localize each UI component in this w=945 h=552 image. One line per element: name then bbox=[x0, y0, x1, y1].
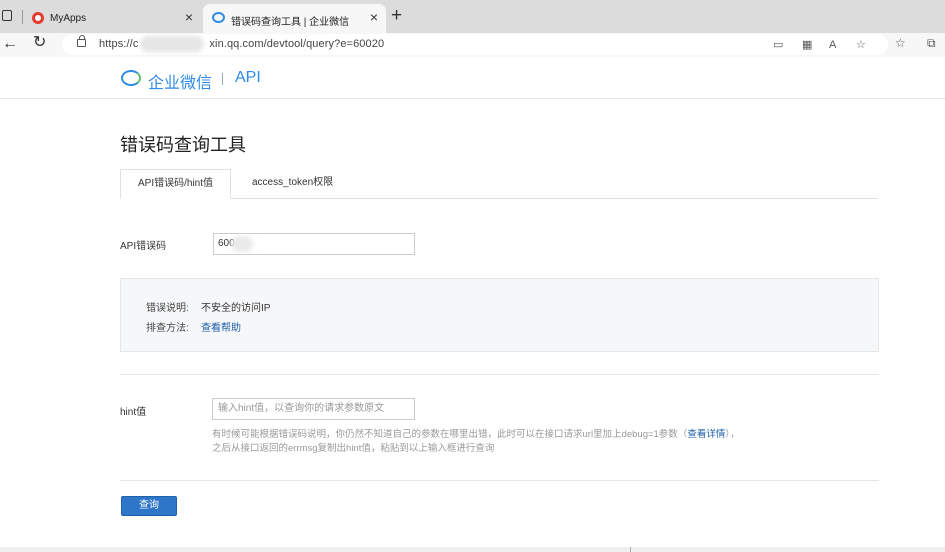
redacted-blur bbox=[231, 236, 253, 252]
tab-title: MyApps bbox=[50, 13, 87, 24]
close-icon[interactable]: × bbox=[370, 10, 378, 24]
section-divider bbox=[120, 480, 879, 481]
logo-divider bbox=[222, 73, 223, 85]
qr-code-icon[interactable]: ▦ bbox=[802, 39, 812, 51]
hint-desc-text: 有时候可能根据错误码说明，你仍然不知道自己的参数在哪里出错，此时可以在接口请求u… bbox=[212, 429, 688, 440]
read-aloud-icon[interactable]: A bbox=[829, 39, 836, 51]
view-help-link[interactable]: 查看帮助 bbox=[201, 319, 241, 334]
error-desc-label: 错误说明: bbox=[146, 303, 189, 314]
tab-access-token[interactable]: access_token权限 bbox=[252, 169, 333, 199]
browser-tab-errcode[interactable]: 错误码查询工具 | 企业微信 × bbox=[203, 4, 386, 33]
hint-desc-text: 之后从接口返回的errmsg复制出hint值，粘贴到以上输入框进行查询 bbox=[212, 443, 495, 454]
new-tab-button[interactable]: + bbox=[391, 6, 402, 25]
site-header: 企业微信 API bbox=[0, 57, 945, 99]
browser-tab-myapps[interactable]: MyApps × bbox=[24, 4, 201, 33]
tab-api-errcode[interactable]: API错误码/hint值 bbox=[120, 169, 231, 199]
tab-separator bbox=[22, 10, 23, 24]
myapps-favicon-icon bbox=[32, 12, 44, 24]
page-content: 企业微信 API 错误码查询工具 API错误码/hint值 access_tok… bbox=[0, 57, 945, 552]
hint-input[interactable]: 输入hint值，以查询你的请求参数原文 bbox=[212, 398, 415, 420]
favorites-icon[interactable]: ☆ bbox=[895, 37, 906, 49]
tab-title: 错误码查询工具 | 企业微信 bbox=[231, 17, 350, 28]
result-panel: 错误说明: 不安全的访问IP 排查方法: 查看帮助 bbox=[120, 278, 879, 352]
reload-icon[interactable]: ↻ bbox=[33, 34, 46, 52]
view-details-link[interactable]: 查看详情 bbox=[687, 429, 725, 440]
scrollbar-thumb-edge bbox=[630, 547, 631, 552]
close-icon[interactable]: × bbox=[185, 10, 193, 24]
redacted-blur bbox=[140, 36, 204, 52]
error-desc-value: 不安全的访问IP bbox=[201, 303, 271, 314]
hint-desc-text: ）， bbox=[725, 429, 740, 440]
hint-description: 有时候可能根据错误码说明，你仍然不知道自己的参数在哪里出错，此时可以在接口请求u… bbox=[212, 428, 812, 456]
collections-icon[interactable]: ⧉ bbox=[927, 37, 936, 49]
browser-tab-bar: MyApps × 错误码查询工具 | 企业微信 × + bbox=[0, 0, 945, 33]
wecom-logo-icon[interactable] bbox=[121, 70, 141, 86]
browser-toolbar: ← ↻ https://c xin.qq.com/devtool/query?e=… bbox=[0, 33, 945, 57]
back-icon[interactable]: ← bbox=[2, 35, 18, 53]
address-bar[interactable]: https://c xin.qq.com/devtool/query?e=6002… bbox=[62, 34, 888, 55]
tabs-divider bbox=[120, 198, 878, 199]
page-title: 错误码查询工具 bbox=[120, 135, 246, 155]
hint-label: hint值 bbox=[120, 407, 147, 418]
read-mode-icon[interactable]: ▭ bbox=[773, 39, 783, 51]
tab-actions-icon[interactable] bbox=[2, 10, 12, 21]
troubleshoot-label: 排查方法: bbox=[146, 323, 189, 334]
section-title[interactable]: API bbox=[235, 69, 261, 87]
section-divider bbox=[120, 374, 879, 375]
lock-icon[interactable] bbox=[77, 35, 86, 47]
query-button[interactable]: 查询 bbox=[121, 496, 177, 516]
logo-text[interactable]: 企业微信 bbox=[148, 69, 212, 93]
errcode-label: API错误码 bbox=[120, 241, 167, 252]
wecom-favicon-icon bbox=[212, 12, 225, 23]
add-favorite-icon[interactable]: ☆ bbox=[856, 39, 866, 51]
horizontal-scrollbar[interactable] bbox=[0, 547, 945, 552]
